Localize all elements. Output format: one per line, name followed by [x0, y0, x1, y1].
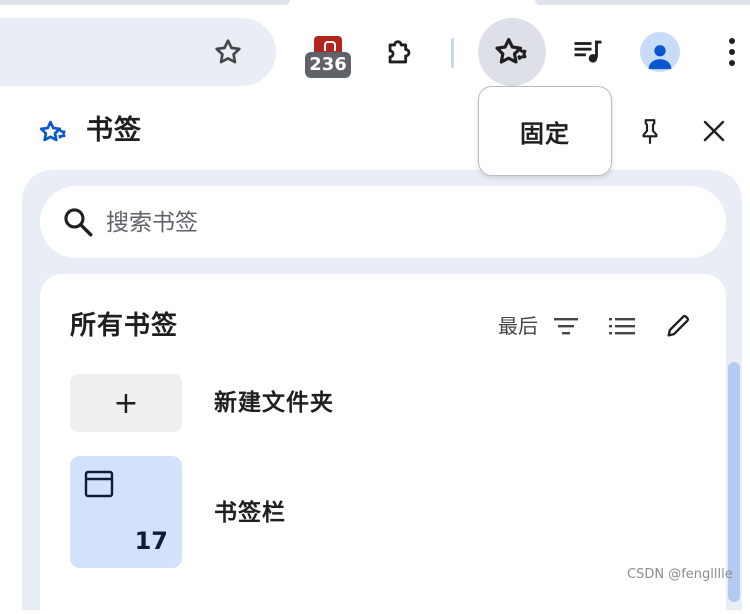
media-controls-button[interactable] [566, 30, 610, 74]
puzzle-icon [388, 40, 411, 64]
avatar [640, 32, 680, 72]
bookmarks-bar-icon [84, 470, 114, 498]
more-vertical-icon [729, 38, 735, 66]
list-view-icon [609, 318, 635, 335]
list-item-label: 新建文件夹 [214, 390, 334, 416]
plus-icon: + [70, 374, 182, 432]
queue-music-icon [574, 40, 602, 63]
extension-button[interactable]: 236 [305, 36, 351, 82]
section-title: 所有书签 [70, 311, 179, 341]
list-item-label: 书签栏 [214, 500, 286, 526]
sort-label[interactable]: 最后 [498, 312, 538, 340]
view-toggle-button[interactable] [606, 312, 638, 340]
edit-button[interactable] [660, 308, 696, 344]
search-icon [60, 204, 96, 240]
extension-count-badge: 236 [305, 52, 351, 78]
bookmarks-stars-icon [495, 37, 527, 64]
close-panel-button[interactable] [693, 110, 735, 152]
bookmarks-stars-icon [39, 120, 66, 142]
pin-icon [642, 119, 658, 144]
profile-button[interactable] [638, 30, 682, 74]
bookmarks-side-panel-button[interactable] [478, 18, 546, 86]
watermark: CSDN @fenglllle [627, 567, 733, 582]
extensions-menu-button[interactable] [378, 30, 422, 74]
tab-strip-edge [0, 0, 290, 5]
close-icon [703, 120, 725, 142]
person-icon [648, 45, 672, 70]
sort-button[interactable] [550, 312, 582, 340]
panel-title: 书签 [86, 115, 142, 146]
pencil-icon [667, 314, 690, 337]
sort-icon [554, 318, 578, 335]
pin-tooltip: 固定 [478, 86, 612, 176]
search-input[interactable] [106, 206, 606, 240]
bookmark-star-button[interactable] [206, 30, 250, 74]
toolbar-divider [451, 38, 454, 68]
chrome-menu-button[interactable] [714, 30, 750, 74]
pin-panel-button[interactable] [630, 112, 670, 152]
browser-toolbar: 236 [0, 0, 750, 88]
bookmark-count: 17 [134, 527, 168, 555]
star-icon [215, 39, 241, 64]
tab-strip-edge [535, 0, 750, 5]
bookmarks-logo [36, 114, 72, 150]
